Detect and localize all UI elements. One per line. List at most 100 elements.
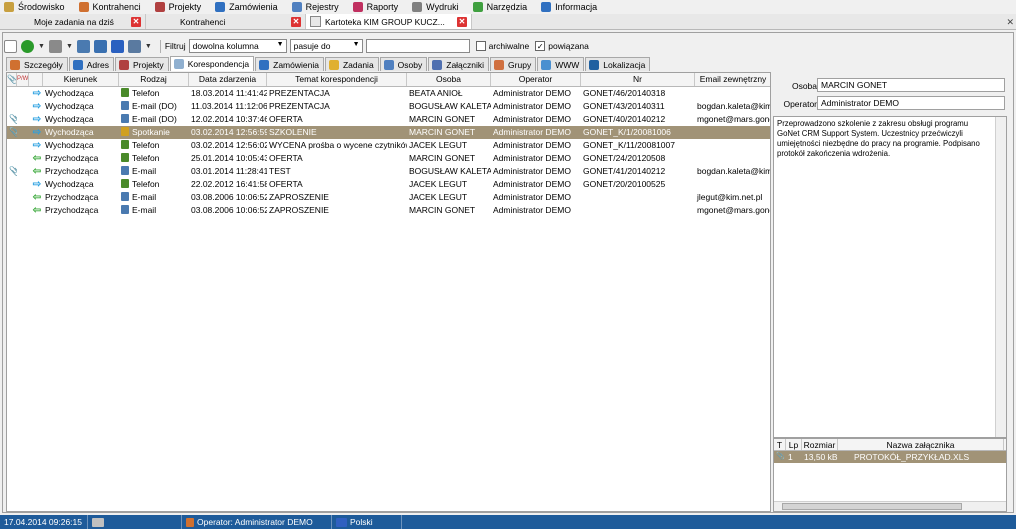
document-tab[interactable]: Kontrahenci ✕ <box>146 14 306 29</box>
column-header[interactable]: Email zewnętrzny <box>695 73 770 86</box>
attachments-scrollbar[interactable] <box>774 501 1006 511</box>
projects-icon <box>154 2 165 12</box>
table-row[interactable]: 📎 ⇨Wychodząca E-mail (DO) 12.02.2014 10:37:… <box>7 113 770 126</box>
tab-3[interactable]: Korespondencja <box>169 56 255 71</box>
tab-7[interactable]: Załączniki <box>428 57 490 71</box>
table-row[interactable]: ⇦ Przychodząca E-mail 03.08.2006 10:06:52 ZA… <box>7 191 770 204</box>
email-cell <box>695 87 770 100</box>
archived-checkbox[interactable] <box>475 41 486 51</box>
tab-10[interactable]: Lokalizacja <box>585 57 651 71</box>
menu-item[interactable]: Środowisko <box>4 2 65 12</box>
export-icon[interactable] <box>76 39 90 53</box>
menu-item[interactable]: Projekty <box>154 2 201 12</box>
email-cell: bogdan.kaleta@kim.pl <box>697 166 770 176</box>
type-name-cell: E-mail (DO) <box>119 100 189 113</box>
menu-item[interactable]: Wydruki <box>412 2 459 12</box>
type-name: E-mail (DO) <box>132 101 177 111</box>
attachment-row[interactable]: 📎 1 13,50 kB PROTOKÓŁ_PRZYKŁAD.XLS <box>774 451 1006 463</box>
table-row[interactable]: ⇨ Wychodząca E-mail (DO) 11.03.2014 11:12:0… <box>7 100 770 113</box>
close-icon[interactable]: ✕ <box>131 16 141 27</box>
add-icon[interactable] <box>21 39 34 53</box>
tab-0[interactable]: Szczegóły <box>6 57 68 71</box>
attachment-column-header[interactable]: Nazwa załącznika <box>838 439 1004 450</box>
column-header[interactable]: Temat korespondencji <box>267 73 407 86</box>
operator-cell: Administrator DEMO <box>493 127 571 137</box>
type-column-icon[interactable]: P/W <box>17 73 29 86</box>
type-cell <box>17 165 29 178</box>
type-cell <box>17 100 29 113</box>
attachment-column-header[interactable]: Rozmiar <box>802 439 838 450</box>
attachment-column-icon[interactable]: 📎 <box>7 73 17 86</box>
menu-item-label: Zamówienia <box>229 2 278 12</box>
keyboard-icon <box>336 517 347 527</box>
tab-1[interactable]: Adres <box>68 57 114 71</box>
number-cell: GONET_K/11/20081007 <box>583 140 675 150</box>
date-cell: 03.02.2014 12:56:02 <box>191 140 267 150</box>
tab-4[interactable]: Zamówienia <box>255 57 324 71</box>
column-header[interactable]: Nr <box>581 73 695 86</box>
calendar-icon[interactable] <box>110 39 124 53</box>
correspondence-grid: 📎 P/W Kierunek Rodzaj Data zdarzenia Temat … <box>6 72 771 512</box>
filter-mode-select[interactable]: pasuje do ▼ <box>289 39 363 53</box>
description-text: Przeprowadzono szkolenie z zakresu obsłu… <box>777 119 980 158</box>
table-row[interactable]: ⇦ Przychodząca E-mail 03.08.2006 10:06:52 ZA… <box>7 204 770 217</box>
person-cell: MARCIN GONET <box>409 114 476 124</box>
table-row[interactable]: ⇨ Wychodząca Telefon 22.02.2012 16:41:58 OFE… <box>7 178 770 191</box>
attachment-column-header[interactable]: T <box>774 439 786 450</box>
table-row[interactable]: ⇨ Wychodząca Telefon 18.03.2014 11:41:42 PRE… <box>7 87 770 100</box>
filter-text-input[interactable] <box>365 39 470 53</box>
type-cell <box>17 204 29 217</box>
document-tab[interactable]: Moje zadania na dziś ✕ <box>0 14 146 29</box>
copy-icon[interactable] <box>93 39 107 53</box>
columns-dropdown-icon[interactable]: ▼ <box>145 43 152 50</box>
columns-icon[interactable] <box>127 39 141 53</box>
menu-item[interactable]: Raporty <box>352 2 398 12</box>
column-header[interactable]: Kierunek <box>43 73 119 86</box>
osoba-field[interactable]: MARCIN GONET <box>817 78 1005 92</box>
column-header[interactable]: Operator <box>491 73 581 86</box>
close-icon[interactable]: ✕ <box>457 16 467 27</box>
column-header[interactable]: Osoba <box>407 73 491 86</box>
table-row[interactable]: 📎 ⇨Wychodząca Spotkanie 03.02.2014 12:56:59… <box>7 126 770 139</box>
print-dropdown-icon[interactable]: ▼ <box>66 43 73 50</box>
tab-label: Załączniki <box>446 59 485 70</box>
person-cell: MARCIN GONET <box>409 153 476 163</box>
attachment-column-header[interactable]: Lp <box>786 439 802 450</box>
tab-6[interactable]: Osoby <box>379 57 428 71</box>
direction-arrow-icon: ⇦ <box>29 204 43 217</box>
close-icon[interactable]: ✕ <box>291 16 301 27</box>
document-tab[interactable]: Kartoteka KIM GROUP KUCZ... ✕ <box>306 14 472 29</box>
number-cell: GONET/41/20140212 <box>583 166 666 176</box>
type-name-cell: Telefon <box>119 87 189 100</box>
number-cell: GONET/40/20140212 <box>583 114 666 124</box>
menu-item[interactable]: Zamówienia <box>215 2 278 12</box>
attachment-icon <box>7 139 17 152</box>
tab-8[interactable]: Grupy <box>490 57 537 71</box>
add-dropdown-icon[interactable]: ▼ <box>38 43 45 50</box>
tab-9[interactable]: WWW <box>537 57 585 71</box>
window-close-icon[interactable]: ✕ <box>1006 17 1014 28</box>
table-row[interactable]: ⇦ Przychodząca Telefon 25.01.2014 10:05:43 O… <box>7 152 770 165</box>
attachment-icon: 📎 <box>7 165 17 178</box>
linked-checkbox[interactable]: ✓ <box>535 41 546 51</box>
menu-item[interactable]: Kontrahenci <box>78 2 141 12</box>
menu-item[interactable]: Narzędzia <box>472 2 527 12</box>
column-header[interactable]: Data zdarzenia <box>189 73 267 86</box>
tab-label: Korespondencja <box>187 59 250 69</box>
menu-item[interactable]: Rejestry <box>291 2 339 12</box>
tab-5[interactable]: Zadania <box>324 57 379 71</box>
table-row[interactable]: ⇨ Wychodząca Telefon 03.02.2014 12:56:02 WYC… <box>7 139 770 152</box>
tab-icon <box>72 59 83 70</box>
table-row[interactable]: 📎 ⇦Przychodząca E-mail 03.01.2014 11:28:41T… <box>7 165 770 178</box>
filter-column-select[interactable]: dowolna kolumna ▼ <box>188 39 287 53</box>
tab-2[interactable]: Projekty <box>114 57 169 71</box>
edit-icon[interactable] <box>4 39 17 53</box>
description-memo[interactable]: Przeprowadzono szkolenie z zakresu obsłu… <box>773 116 1007 438</box>
operator-field[interactable]: Administrator DEMO <box>817 96 1005 110</box>
menu-item[interactable]: Informacja <box>541 2 597 12</box>
memo-scrollbar[interactable] <box>995 117 1006 437</box>
register-icon <box>291 2 302 12</box>
print-icon[interactable] <box>48 39 62 53</box>
column-header[interactable]: Rodzaj <box>119 73 189 86</box>
scrollbar-thumb[interactable] <box>782 503 962 510</box>
